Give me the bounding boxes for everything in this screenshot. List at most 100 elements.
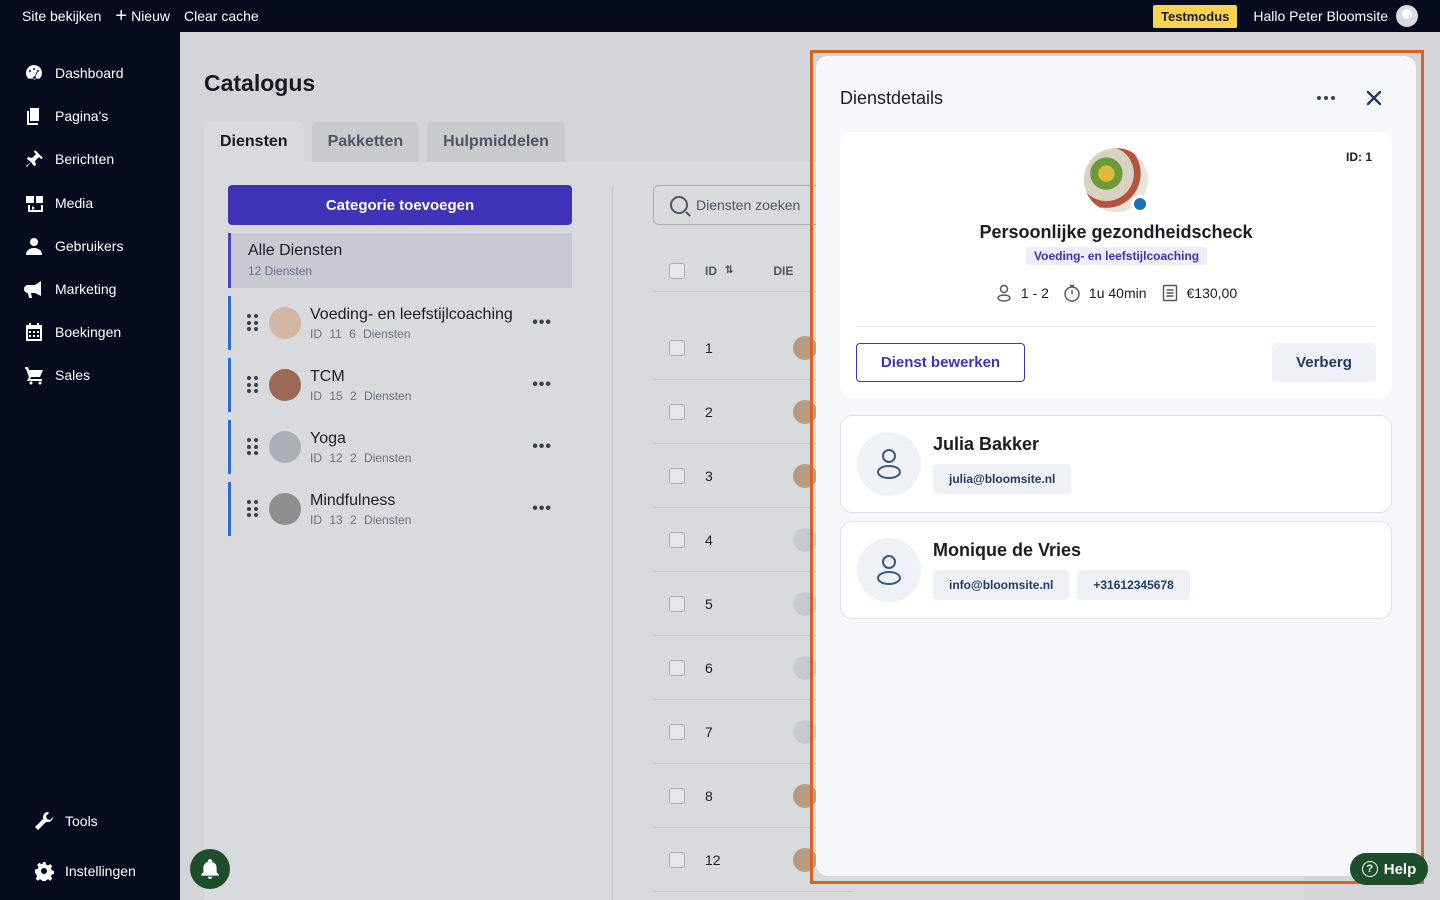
divider [856,326,1376,327]
drag-handle-icon[interactable] [247,500,259,518]
user-greeting[interactable]: Hallo Peter Bloomsite [1253,8,1388,24]
tab-services[interactable]: Diensten [204,122,304,162]
page-title: Catalogus [204,70,316,96]
more-options-icon[interactable]: ••• [532,314,552,332]
user-avatar[interactable] [1396,5,1418,27]
sidebar-item-sales[interactable]: Sales [24,364,90,386]
capacity: 1 - 2 [995,284,1049,302]
sidebar-item-users[interactable]: Gebruikers [24,235,123,257]
category-item[interactable]: Voeding- en leefstijlcoaching ID 11 6 Die… [228,296,572,350]
row-id: 8 [705,787,713,804]
edit-service-button[interactable]: Dienst bewerken [856,343,1025,382]
category-name: Voeding- en leefstijlcoaching [310,305,513,323]
drag-handle-icon[interactable] [247,314,259,332]
row-checkbox[interactable] [669,403,685,420]
user-icon [26,238,42,255]
search-input[interactable]: Diensten zoeken [653,185,833,225]
category-item[interactable]: TCM ID 15 2 Diensten ••• [228,358,572,412]
category-meta: ID 15 2 Diensten [310,388,412,403]
sidebar-item-dashboard[interactable]: Dashboard [24,62,124,84]
new-menu[interactable]: + Nieuw [115,6,170,26]
plus-icon: + [115,5,128,27]
more-options-icon[interactable]: ••• [532,500,552,518]
row-id: 5 [705,595,713,612]
bell-icon [201,859,219,879]
email-chip[interactable]: info@bloomsite.nl [933,570,1070,600]
sidebar-item-label: Berichten [55,151,115,167]
row-checkbox[interactable] [669,467,685,484]
row-checkbox[interactable] [669,723,685,740]
row-id: 6 [705,659,713,676]
person-icon [877,555,901,585]
sidebar-item-label: Pagina's [55,108,109,124]
new-label: Nieuw [131,8,170,24]
sort-icon[interactable]: ⇅ [725,265,733,276]
category-meta: ID 13 2 Diensten [310,512,412,527]
gear-icon [35,862,54,881]
sidebar-item-media[interactable]: Media [24,192,93,214]
more-options-icon[interactable] [1314,88,1338,108]
service-id: ID: 1 [1345,150,1372,164]
row-checkbox[interactable] [669,339,685,356]
sidebar-item-bookings[interactable]: Boekingen [24,321,121,343]
receipt-icon [1162,284,1177,302]
category-item[interactable]: Yoga ID 12 2 Diensten ••• [228,420,572,474]
all-services-item[interactable]: Alle Diensten 12 Diensten [228,233,572,288]
catalog-tabs: Diensten Pakketten Hulpmiddelen [204,122,573,162]
col-service[interactable]: DIE [773,264,793,278]
pages-icon [27,108,39,125]
test-mode-badge: Testmodus [1152,4,1238,28]
question-icon: ? [1361,861,1378,877]
tab-resources[interactable]: Hulpmiddelen [427,122,565,162]
help-button[interactable]: ? Help [1350,853,1428,885]
status-dot [1131,195,1149,213]
column-divider [612,186,613,900]
employee-card[interactable]: Julia Bakker julia@bloomsite.nl [840,415,1392,513]
drag-handle-icon[interactable] [247,438,259,456]
email-chip[interactable]: julia@bloomsite.nl [933,464,1072,494]
sidebar-item-label: Media [55,195,94,211]
close-icon[interactable] [1362,86,1386,110]
category-item[interactable]: Mindfulness ID 13 2 Diensten ••• [228,482,572,536]
cart-icon [25,367,43,385]
avatar [857,538,921,602]
person-icon [997,284,1011,302]
view-site-link[interactable]: Site bekijken [22,8,101,24]
sidebar-item-label: Dashboard [55,65,124,81]
sidebar-item-settings[interactable]: Instellingen [34,860,136,882]
notifications-button[interactable] [190,849,230,889]
sidebar-item-pages[interactable]: Pagina's [24,105,108,127]
category-thumbnail [269,369,301,401]
row-checkbox[interactable] [669,595,685,612]
sidebar-item-label: Tools [65,813,98,829]
price-value: €130,00 [1186,285,1238,301]
service-details-drawer: Dienstdetails ID: 1 Persoonlijke gezondh… [816,56,1416,876]
sidebar-item-label: Marketing [55,281,117,297]
dashboard-icon [26,65,42,80]
sidebar-item-posts[interactable]: Berichten [24,148,114,170]
clear-cache-link[interactable]: Clear cache [184,8,259,24]
row-checkbox[interactable] [669,787,685,804]
price: €130,00 [1161,284,1238,302]
row-checkbox[interactable] [669,659,685,676]
more-options-icon[interactable]: ••• [532,376,552,394]
tab-packages[interactable]: Pakketten [311,122,420,162]
drag-handle-icon[interactable] [247,376,259,394]
employee-card[interactable]: Monique de Vries info@bloomsite.nl +3161… [840,521,1392,619]
category-meta: ID 12 2 Diensten [310,450,412,465]
row-checkbox[interactable] [669,851,685,868]
sidebar-item-label: Gebruikers [55,238,124,254]
service-name: Persoonlijke gezondheidscheck [979,222,1253,242]
select-all-checkbox[interactable] [669,262,685,279]
hide-service-button[interactable]: Verberg [1272,343,1376,382]
more-options-icon[interactable]: ••• [532,438,552,456]
category-thumbnail [269,431,301,463]
all-services-title: Alle Diensten [248,242,343,259]
category-name: Mindfulness [310,491,396,509]
col-id[interactable]: ID [705,264,717,278]
sidebar-item-tools[interactable]: Tools [34,810,98,832]
phone-chip[interactable]: +31612345678 [1077,570,1190,600]
add-category-button[interactable]: Categorie toevoegen [228,185,572,225]
row-checkbox[interactable] [669,531,685,548]
sidebar-item-marketing[interactable]: Marketing [24,278,116,300]
